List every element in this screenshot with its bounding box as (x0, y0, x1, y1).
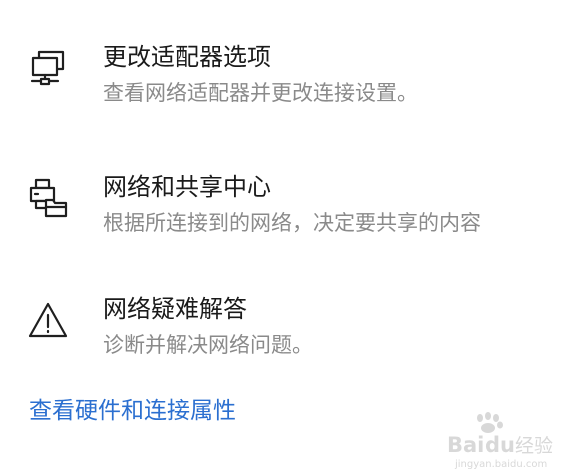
change-adapter-options-title: 更改适配器选项 (103, 43, 271, 71)
svg-text:du: du (485, 433, 515, 457)
network-sharing-center-title: 网络和共享中心 (103, 173, 271, 201)
network-adapter-icon (26, 46, 70, 90)
warning-icon (26, 298, 70, 342)
svg-text:jingyan.baidu.com: jingyan.baidu.com (454, 459, 547, 470)
baidu-jingyan-watermark: Bai du 经验 jingyan.baidu.com (445, 410, 570, 470)
network-sharing-center-description: 根据所连接到的网络，决定要共享的内容 (103, 211, 481, 235)
sharing-center-icon (26, 176, 70, 220)
network-troubleshooter-title: 网络疑难解答 (103, 295, 247, 323)
svg-text:经验: 经验 (515, 435, 553, 457)
change-adapter-options-description: 查看网络适配器并更改连接设置。 (103, 81, 418, 105)
network-settings-page: 更改适配器选项 查看网络适配器并更改连接设置。 网络和共享中心 根据所连接到的网… (0, 0, 574, 475)
svg-text:Bai: Bai (447, 433, 484, 457)
network-troubleshooter-description: 诊断并解决网络问题。 (103, 333, 313, 357)
view-hardware-properties-link[interactable]: 查看硬件和连接属性 (29, 394, 236, 428)
